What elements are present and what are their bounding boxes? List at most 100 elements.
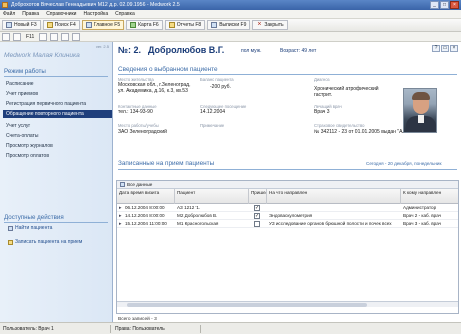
card-icon <box>130 22 137 28</box>
row-patient: АЗ 1212 '1. <box>177 205 201 210</box>
patient-age: Возраст: 49 лет <box>280 48 317 54</box>
appointments-title: Записанные на прием пациенты <box>118 160 215 167</box>
f11-label[interactable]: F11 <box>24 34 36 40</box>
row-datetime: 15.12.2004 11:00:00 <box>125 221 167 226</box>
col-patient[interactable]: Пациент <box>175 189 249 204</box>
calendar-icon <box>8 239 13 245</box>
row-patient: М1 Красногольская <box>177 221 219 226</box>
row-reason: УЗ исследование органов брюшной полости … <box>269 221 392 226</box>
menu-file[interactable]: Файл <box>3 10 15 18</box>
sidebar-item-repeat-visit[interactable]: Обращение повторного пациента <box>3 110 112 118</box>
table-row[interactable]: ▸ 15.12.2004 11:00:00 М1 Красногольская … <box>117 220 458 228</box>
menu-help[interactable]: Справка <box>115 10 135 18</box>
card-label: Карта F6 <box>138 22 159 28</box>
row-datetime: 14.12.2004 8:00:00 <box>125 213 165 218</box>
menu-edit[interactable]: Правка <box>22 10 39 18</box>
help-icon[interactable] <box>72 32 81 41</box>
print-icon[interactable] <box>50 32 59 41</box>
sidebar-item-register-new[interactable]: Регистрация первичного пациента <box>6 100 110 108</box>
sidebar-item-journals[interactable]: Просмотр журналов <box>6 142 110 150</box>
panel-restore-icon[interactable]: ▭ <box>441 45 449 52</box>
work-value: ЗАО Зеленоградский <box>118 129 167 135</box>
new-patient-label: Новый F3 <box>14 22 37 28</box>
diagnosis-value: Хронический атрофический гастрит. <box>314 86 379 98</box>
status-user: Пользователь: Врач 1 <box>3 326 54 332</box>
search-button[interactable]: Поиск F4 <box>42 20 80 30</box>
scrollbar-thumb[interactable] <box>127 303 367 307</box>
row-doctor: Врач 2 - каб. врач <box>403 213 442 218</box>
sidebar-item-invoices[interactable]: Счета-оплаты <box>6 132 110 140</box>
work-label: Место работы/учебы <box>118 123 159 128</box>
sidebar-item-appointments[interactable]: Учет приемов <box>6 90 110 98</box>
book-patient-link[interactable]: Записать пациента на прием <box>8 239 82 245</box>
came-checkbox[interactable]: ✓ <box>254 205 260 211</box>
close-icon: × <box>257 21 262 28</box>
patient-name: Добролюбов В.Г. <box>148 45 225 55</box>
close-window-button[interactable]: × <box>450 1 459 9</box>
panel-close-icon[interactable]: × <box>450 45 458 52</box>
sidebar: ver. 2.5 Medwork Малая Клиника Режим раб… <box>0 42 113 322</box>
address-value: Московская обл., г.Зеленоград, ул. Акаде… <box>118 82 191 94</box>
row-pointer-icon: ▸ <box>119 221 122 227</box>
insurance-value: № 342112 - 23 от 01.01.2005 выдан "Алиса… <box>314 129 424 135</box>
brand-title: Medwork Малая Клиника <box>4 52 80 59</box>
reports-button[interactable]: Отчеты F8 <box>164 20 206 30</box>
menu-settings[interactable]: Настройка <box>83 10 108 18</box>
forward-icon[interactable] <box>13 32 21 41</box>
col-came[interactable]: Пришел <box>249 189 267 204</box>
group-label: Все данные <box>127 182 153 187</box>
close-label: Закрыть <box>264 22 284 28</box>
patient-header: №: 2. Добролюбов В.Г. пол муж. Возраст: … <box>114 42 461 60</box>
window-title: Доброхотов Вячеслав Геннадьевич М12 д.р.… <box>11 2 180 8</box>
window-controls: _ □ × <box>430 1 459 9</box>
came-checkbox[interactable]: ✓ <box>254 213 260 219</box>
patient-info-title: Сведения о выбранном пациенте <box>118 66 218 73</box>
grid-group-bar: Все данные <box>117 181 458 189</box>
window-title-bar[interactable]: Доброхотов Вячеслав Геннадьевич М12 д.р.… <box>0 0 461 10</box>
patient-info-divider <box>118 74 457 75</box>
appointments-period: Сегодня - 20 декабря, понедельник <box>366 161 442 166</box>
balance-label: Баланс пациента <box>200 77 234 82</box>
settings-icon[interactable] <box>61 32 70 41</box>
main-button[interactable]: Главное F5 <box>81 20 125 30</box>
reports-label: Отчеты F8 <box>176 22 202 28</box>
sidebar-item-schedule[interactable]: Расписание <box>6 80 110 88</box>
table-row[interactable]: ▸ 14.12.2004 8:00:00 М2 Добролюбов В. ✓ … <box>117 212 458 220</box>
main-toolbar: Новый F3 Поиск F4 Главное F5 Карта F6 От… <box>0 19 461 32</box>
card-button[interactable]: Карта F6 <box>126 20 163 30</box>
discharge-label: Выписки F9 <box>219 22 247 28</box>
home-icon <box>85 22 92 28</box>
col-doctor[interactable]: К кому направлен <box>401 189 458 204</box>
maximize-button[interactable]: □ <box>440 1 449 9</box>
app-icon <box>2 2 8 8</box>
table-row[interactable]: ▸ 06.12.2004 8:00:00 АЗ 1212 '1. ✓ Админ… <box>117 204 458 212</box>
row-patient: М2 Добролюбов В. <box>177 213 218 218</box>
col-datetime[interactable]: Дата время визита <box>117 189 175 204</box>
patient-photo <box>403 88 437 133</box>
col-reason[interactable]: На что направлен <box>267 189 401 204</box>
close-button[interactable]: × Закрыть <box>252 20 288 30</box>
refresh-icon[interactable] <box>39 32 48 41</box>
sidebar-item-services[interactable]: Учет услуг <box>6 122 110 130</box>
new-patient-button[interactable]: Новый F3 <box>2 20 41 30</box>
search-label: Поиск F4 <box>54 22 76 28</box>
balance-value: -200 руб. <box>210 84 231 90</box>
row-reason: Эндоваскулометрия <box>269 213 313 218</box>
find-patient-link[interactable]: Найти пациента <box>8 225 52 231</box>
came-checkbox[interactable] <box>254 221 260 227</box>
horizontal-scrollbar[interactable] <box>117 301 458 307</box>
status-bar: Пользователь: Врач 1 Права: Пользователь <box>0 322 461 334</box>
panel-help-icon[interactable]: ? <box>432 45 440 52</box>
secondary-toolbar: F11 <box>0 32 461 42</box>
patient-gender: пол муж. <box>241 48 262 54</box>
new-document-icon <box>6 22 12 28</box>
minimize-button[interactable]: _ <box>430 1 439 9</box>
menu-references[interactable]: Справочники <box>46 10 76 18</box>
mode-section-title: Режим работы <box>4 68 108 77</box>
discharge-button[interactable]: Выписки F9 <box>207 20 251 30</box>
sidebar-item-payments[interactable]: Просмотр оплатов <box>6 152 110 160</box>
back-icon[interactable] <box>2 32 10 41</box>
filter-icon[interactable] <box>120 182 125 187</box>
row-pointer-icon: ▸ <box>119 205 122 211</box>
contacts-value: тел.: 134-93-90 <box>118 109 153 115</box>
